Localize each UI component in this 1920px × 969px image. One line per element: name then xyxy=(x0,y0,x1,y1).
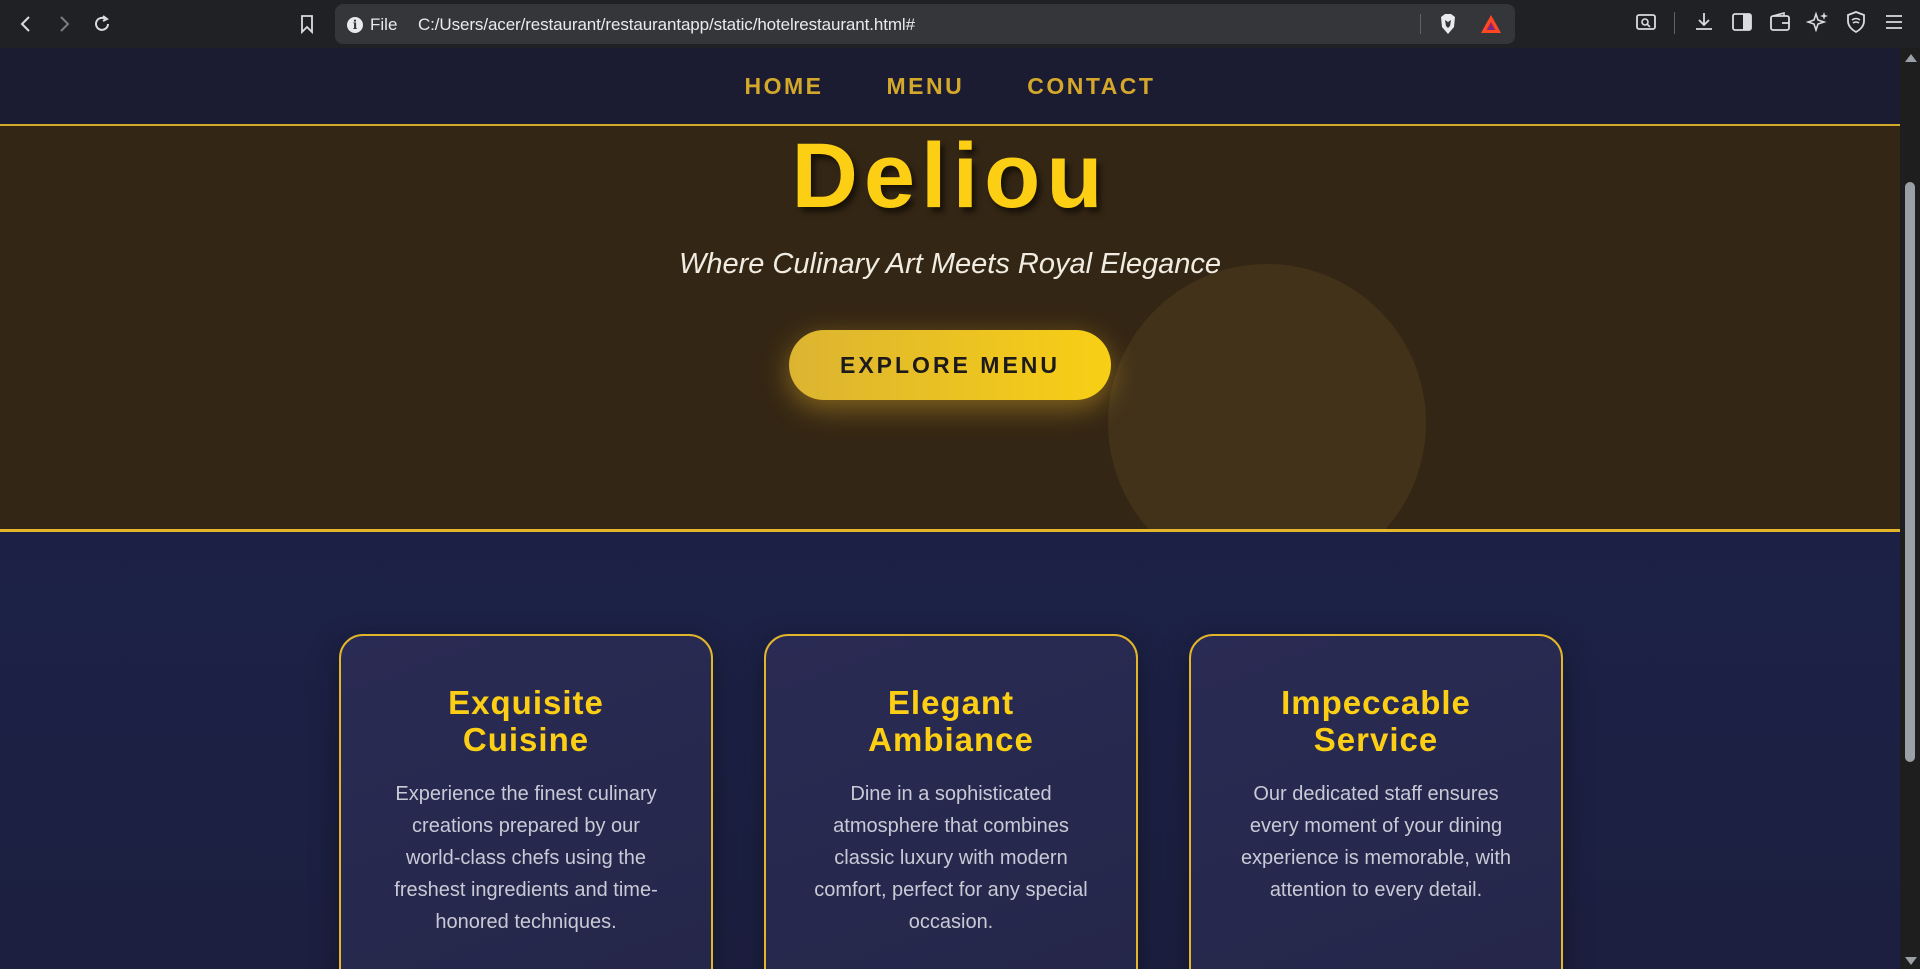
sidebar-icon[interactable] xyxy=(1730,10,1754,34)
search-tab-icon[interactable] xyxy=(1634,10,1658,34)
nav-link-home[interactable]: HOME xyxy=(745,73,824,100)
file-label: File xyxy=(370,15,398,34)
address-bar[interactable]: i File C:/Users/acer/restaurant/restaura… xyxy=(335,4,1515,44)
url-text[interactable]: C:/Users/acer/restaurant/restaurantapp/s… xyxy=(418,15,915,35)
explore-menu-button[interactable]: EXPLORE MENU xyxy=(789,330,1111,400)
download-icon[interactable] xyxy=(1692,10,1716,34)
page-viewport: HOME MENU CONTACT Deliou Where Culinary … xyxy=(0,48,1900,969)
feature-title: Elegant Ambiance xyxy=(868,684,1034,758)
back-icon[interactable] xyxy=(8,6,44,42)
leo-ai-icon[interactable] xyxy=(1806,10,1830,34)
hero-section: Deliou Where Culinary Art Meets Royal El… xyxy=(0,126,1900,532)
scroll-up-icon[interactable] xyxy=(1905,54,1917,62)
feature-title: Exquisite Cuisine xyxy=(448,684,604,758)
scroll-down-icon[interactable] xyxy=(1905,957,1917,965)
nav-link-menu[interactable]: MENU xyxy=(887,73,965,100)
forward-icon[interactable] xyxy=(46,6,82,42)
feature-description: Dine in a sophisticated atmosphere that … xyxy=(814,783,1088,933)
vpn-shield-icon[interactable] xyxy=(1844,10,1868,34)
bookmark-icon[interactable] xyxy=(289,6,325,42)
brave-rewards-icon[interactable] xyxy=(1480,14,1502,34)
restaurant-title: Deliou xyxy=(791,126,1109,227)
feature-description: Experience the finest culinary creations… xyxy=(394,783,658,933)
site-navigation: HOME MENU CONTACT xyxy=(0,48,1900,126)
hero-tagline: Where Culinary Art Meets Royal Elegance xyxy=(678,248,1222,280)
omnibox-divider xyxy=(1420,14,1421,34)
toolbar-divider xyxy=(1674,12,1675,34)
wallet-icon[interactable] xyxy=(1768,10,1792,34)
feature-card: Exquisite Cuisine Experience the finest … xyxy=(339,634,713,969)
menu-icon[interactable] xyxy=(1882,10,1906,34)
feature-card: Elegant Ambiance Dine in a sophisticated… xyxy=(764,634,1138,969)
feature-card: Impeccable Service Our dedicated staff e… xyxy=(1189,634,1563,969)
feature-description: Our dedicated staff ensures every moment… xyxy=(1240,783,1512,901)
brave-shields-icon[interactable] xyxy=(1438,13,1458,35)
reload-icon[interactable] xyxy=(84,6,120,42)
nav-link-contact[interactable]: CONTACT xyxy=(1027,73,1155,100)
browser-toolbar: i File C:/Users/acer/restaurant/restaura… xyxy=(0,0,1920,48)
info-icon[interactable]: i xyxy=(347,17,363,33)
decorative-circle xyxy=(1108,264,1426,529)
scroll-thumb[interactable] xyxy=(1905,182,1915,762)
vertical-scrollbar[interactable] xyxy=(1900,48,1920,969)
feature-title: Impeccable Service xyxy=(1281,684,1471,758)
